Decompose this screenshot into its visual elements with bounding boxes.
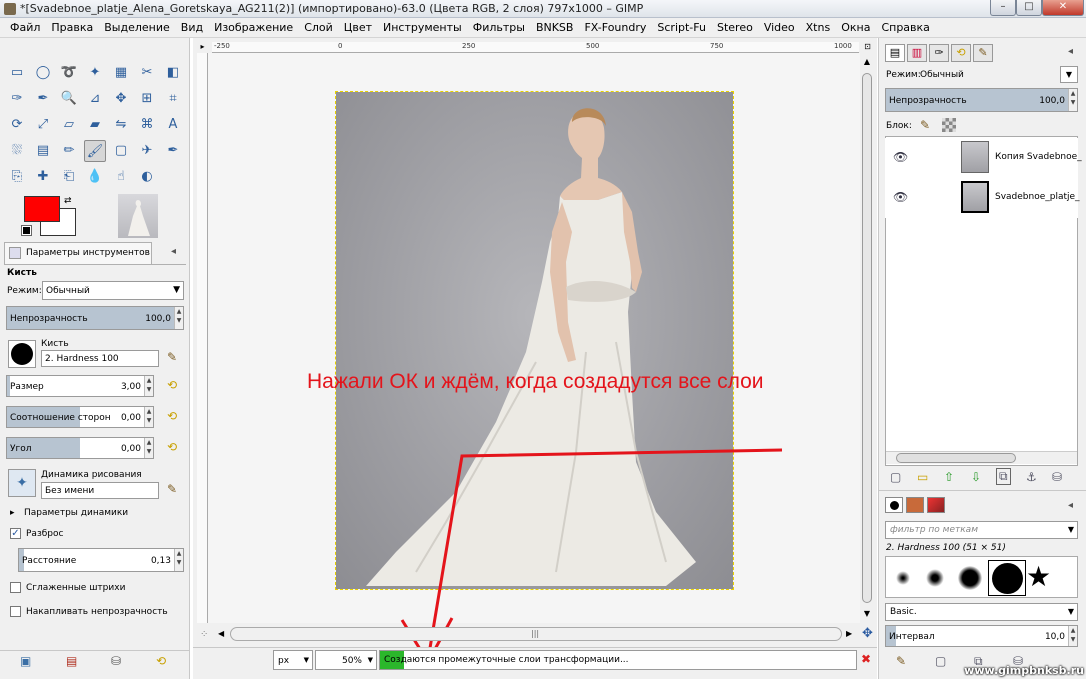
brush-spacing-spin[interactable]: ▲ ▼ — [1068, 626, 1077, 646]
brush-tag-filter[interactable]: фильтр по меткам ▼ — [885, 521, 1078, 539]
brush-preset-select[interactable]: Basic. ▼ — [885, 603, 1078, 621]
channels-tab-icon[interactable]: ▥ — [907, 44, 927, 62]
raise-layer-icon[interactable]: ⇧ — [944, 470, 954, 484]
zoom-value: 50% — [341, 656, 362, 666]
layer-opacity-slider[interactable]: Непрозрачность 100,0 ▲ ▼ — [885, 88, 1078, 112]
toggle-mask-icon[interactable]: ⁘ — [200, 629, 208, 640]
layers-hscroll[interactable] — [886, 451, 1077, 464]
status-bar: px ▼ 50% ▼ Создаются промежуточные слои … — [193, 647, 877, 672]
current-brush-name: 2. Hardness 100 (51 × 51) — [886, 543, 1006, 553]
vertical-scroll-thumb[interactable] — [862, 73, 872, 603]
status-message: Создаются промежуточные слои трансформац… — [384, 655, 629, 665]
progress-bar: Создаются промежуточные слои трансформац… — [379, 650, 857, 670]
edit-brush-icon[interactable]: ✎ — [896, 654, 906, 668]
layer-row[interactable]: 👁 Svadebnoe_platje_ — [885, 178, 1080, 218]
tab-menu-arrow-icon[interactable]: ◂ — [1068, 500, 1073, 511]
brush-tag-filter-placeholder: фильтр по меткам — [890, 525, 978, 535]
brush-star-icon[interactable]: ★ — [1026, 560, 1051, 594]
layers-tab-icon[interactable]: ▤ — [885, 44, 905, 62]
gradients-tab-icon[interactable] — [927, 497, 945, 513]
brushes-tab-icon[interactable] — [885, 497, 903, 513]
layer-mode-label: Режим: — [886, 70, 921, 80]
brush-fuzzy-large[interactable] — [958, 566, 982, 590]
brushes-tab-icon[interactable]: ✎ — [973, 44, 993, 62]
duplicate-layer-icon[interactable]: ⧉ — [996, 468, 1011, 485]
brush-fuzzy-small[interactable] — [896, 571, 910, 585]
layer-opacity-label: Непрозрачность — [889, 96, 967, 106]
paths-tab-icon[interactable]: ✑ — [929, 44, 949, 62]
undo-tab-icon[interactable]: ⟲ — [951, 44, 971, 62]
vertical-scrollbar[interactable]: ▲ ▼ — [860, 53, 875, 623]
patterns-tab-icon[interactable] — [906, 497, 924, 513]
layer-opacity-value: 100,0 — [1039, 96, 1065, 106]
delete-layer-icon[interactable]: ⛁ — [1052, 470, 1062, 484]
layer-name: Svadebnoe_platje_ — [995, 192, 1080, 202]
brush-preset-value: Basic. — [890, 607, 917, 617]
scroll-down-arrow-icon[interactable]: ▼ — [862, 609, 872, 621]
chevron-down-icon: ▼ — [303, 656, 309, 664]
tab-menu-arrow-icon[interactable]: ◂ — [1068, 46, 1073, 57]
brush-hardness-100-selected[interactable] — [988, 560, 1026, 596]
new-brush-icon[interactable]: ▢ — [935, 654, 946, 668]
brush-spacing-label: Интервал — [889, 632, 935, 642]
chevron-down-icon: ▼ — [367, 656, 373, 664]
cancel-operation-icon[interactable]: ✖ — [861, 652, 871, 666]
brush-spacing-value: 10,0 — [1044, 632, 1065, 642]
scroll-right-arrow-icon[interactable]: ▶ — [846, 629, 852, 638]
horizontal-scrollbar[interactable]: ||| — [230, 627, 842, 641]
navigate-icon[interactable]: ✥ — [862, 626, 873, 641]
zoom-select[interactable]: 50% ▼ — [315, 650, 377, 670]
unit-select[interactable]: px ▼ — [273, 650, 313, 670]
lock-alpha-icon[interactable] — [942, 118, 956, 132]
eye-icon[interactable]: 👁 — [893, 190, 908, 204]
new-layer-group-icon[interactable]: ▭ — [917, 470, 928, 484]
chevron-down-icon: ▼ — [1067, 607, 1074, 616]
new-layer-icon[interactable]: ▢ — [890, 470, 901, 484]
scroll-up-arrow-icon[interactable]: ▲ — [862, 57, 872, 69]
layer-mode-value: Обычный — [920, 70, 964, 80]
anchor-layer-icon[interactable]: ⚓ — [1026, 470, 1037, 484]
brush-fuzzy-medium[interactable] — [926, 569, 944, 587]
watermark: www.gimpbnksb.ru — [964, 664, 1084, 677]
brush-spacing-slider[interactable]: Интервал 10,0 ▲ ▼ — [885, 625, 1078, 647]
scroll-grip-icon: ||| — [531, 629, 540, 638]
layer-thumbnail — [961, 181, 989, 213]
eye-icon[interactable]: 👁 — [893, 150, 908, 164]
unit-value: px — [278, 656, 290, 666]
layer-mode-dropdown[interactable]: ▼ — [1060, 66, 1078, 83]
lock-label: Блок: — [886, 121, 912, 131]
divider — [878, 490, 1086, 491]
lower-layer-icon[interactable]: ⇩ — [971, 470, 981, 484]
scroll-left-arrow-icon[interactable]: ◀ — [218, 629, 224, 638]
layer-row[interactable]: 👁 Копия Svadebnoe_ — [885, 138, 1082, 178]
layer-opacity-spin[interactable]: ▲ ▼ — [1068, 89, 1077, 111]
lock-pixels-icon[interactable]: ✎ — [920, 118, 930, 132]
layer-name: Копия Svadebnoe_ — [995, 152, 1082, 162]
layer-thumbnail — [961, 141, 989, 173]
chevron-down-icon: ▼ — [1067, 525, 1074, 534]
layers-hscroll-thumb[interactable] — [896, 453, 1016, 463]
